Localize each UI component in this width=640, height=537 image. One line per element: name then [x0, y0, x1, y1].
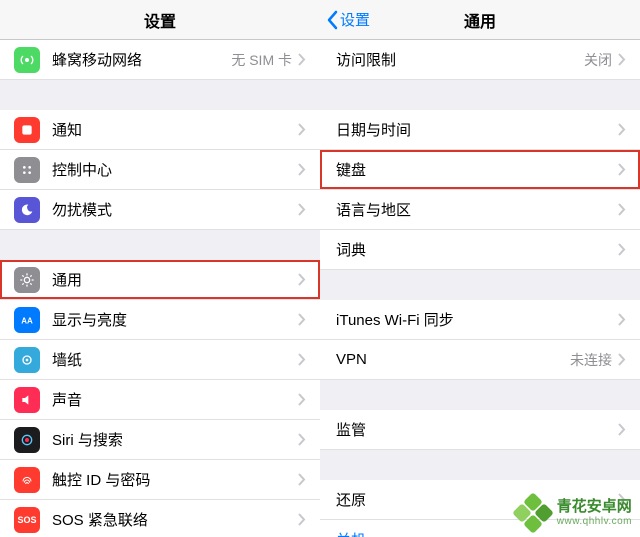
- siri-icon: [14, 427, 40, 453]
- chevron-right-icon: [298, 353, 306, 366]
- row-keyboard[interactable]: 键盘: [320, 150, 640, 190]
- row-label: 控制中心: [52, 159, 298, 180]
- row-touchid[interactable]: 触控 ID 与密码: [0, 460, 320, 500]
- row-dnd[interactable]: 勿扰模式: [0, 190, 320, 230]
- row-value: 未连接: [570, 350, 612, 370]
- row-value: 无 SIM 卡: [231, 50, 292, 70]
- row-label: 蜂窝移动网络: [52, 49, 231, 70]
- sos-icon: SOS: [14, 507, 40, 533]
- row-label: 词典: [336, 239, 618, 260]
- group-separator: [0, 80, 320, 110]
- chevron-right-icon: [618, 123, 626, 136]
- row-datetime[interactable]: 日期与时间: [320, 110, 640, 150]
- row-dictionary[interactable]: 词典: [320, 230, 640, 270]
- general-screen: 设置 通用 访问限制 关闭 日期与时间 键盘 语言与地区 词典 iTu: [320, 0, 640, 537]
- nav-header: 设置: [0, 0, 320, 40]
- chevron-right-icon: [298, 433, 306, 446]
- chevron-right-icon: [298, 513, 306, 526]
- watermark: 青花安卓网 www.qhhlv.com: [515, 495, 632, 531]
- row-label: 通用: [52, 269, 298, 290]
- page-title: 设置: [144, 8, 176, 32]
- nav-header: 设置 通用: [320, 0, 640, 40]
- row-label: 通知: [52, 119, 298, 140]
- row-control-center[interactable]: 控制中心: [0, 150, 320, 190]
- row-restrictions[interactable]: 访问限制 关闭: [320, 40, 640, 80]
- row-label: 语言与地区: [336, 199, 618, 220]
- row-notifications[interactable]: 通知: [0, 110, 320, 150]
- back-label: 设置: [340, 9, 370, 30]
- group-separator: [320, 80, 640, 110]
- row-itunes-wifi[interactable]: iTunes Wi-Fi 同步: [320, 300, 640, 340]
- row-label: 触控 ID 与密码: [52, 469, 298, 490]
- chevron-right-icon: [618, 243, 626, 256]
- chevron-right-icon: [298, 273, 306, 286]
- chevron-right-icon: [618, 353, 626, 366]
- chevron-right-icon: [618, 313, 626, 326]
- group-separator: [320, 450, 640, 480]
- cellular-icon: [14, 47, 40, 73]
- chevron-right-icon: [298, 53, 306, 66]
- row-sound[interactable]: 声音: [0, 380, 320, 420]
- row-general[interactable]: 通用: [0, 260, 320, 300]
- chevron-right-icon: [298, 123, 306, 136]
- group-separator: [0, 230, 320, 260]
- row-label: 墙纸: [52, 349, 298, 370]
- chevron-right-icon: [298, 313, 306, 326]
- row-sos[interactable]: SOS SOS 紧急联络: [0, 500, 320, 537]
- row-label: 声音: [52, 389, 298, 410]
- page-title: 通用: [464, 8, 496, 32]
- group-separator: [320, 270, 640, 300]
- chevron-right-icon: [618, 423, 626, 436]
- general-icon: [14, 267, 40, 293]
- sound-icon: [14, 387, 40, 413]
- row-label: 勿扰模式: [52, 199, 298, 220]
- settings-screen: 设置 蜂窝移动网络 无 SIM 卡 通知 控制中心: [0, 0, 320, 537]
- svg-text:AA: AA: [21, 316, 33, 325]
- display-icon: AA: [14, 307, 40, 333]
- row-language[interactable]: 语言与地区: [320, 190, 640, 230]
- group-separator: [320, 380, 640, 410]
- notifications-icon: [14, 117, 40, 143]
- row-label: 访问限制: [336, 49, 584, 70]
- row-label: 监管: [336, 419, 618, 440]
- row-profiles[interactable]: 监管: [320, 410, 640, 450]
- sos-badge-text: SOS: [17, 515, 36, 525]
- watermark-url: www.qhhlv.com: [557, 516, 632, 527]
- watermark-name: 青花安卓网: [557, 499, 632, 516]
- row-value: 关闭: [584, 50, 612, 70]
- row-label: 键盘: [336, 159, 618, 180]
- row-label: VPN: [336, 351, 570, 368]
- row-label: Siri 与搜索: [52, 429, 298, 450]
- watermark-logo-icon: [515, 495, 551, 531]
- chevron-right-icon: [618, 203, 626, 216]
- row-label: 日期与时间: [336, 119, 618, 140]
- row-wallpaper[interactable]: 墙纸: [0, 340, 320, 380]
- row-cellular[interactable]: 蜂窝移动网络 无 SIM 卡: [0, 40, 320, 80]
- chevron-right-icon: [298, 393, 306, 406]
- chevron-right-icon: [298, 473, 306, 486]
- row-label: iTunes Wi-Fi 同步: [336, 309, 618, 330]
- dnd-icon: [14, 197, 40, 223]
- chevron-right-icon: [298, 203, 306, 216]
- row-siri[interactable]: Siri 与搜索: [0, 420, 320, 460]
- chevron-right-icon: [618, 53, 626, 66]
- row-label: 显示与亮度: [52, 309, 298, 330]
- wallpaper-icon: [14, 347, 40, 373]
- row-vpn[interactable]: VPN 未连接: [320, 340, 640, 380]
- chevron-right-icon: [298, 163, 306, 176]
- back-button[interactable]: 设置: [326, 0, 370, 39]
- control-center-icon: [14, 157, 40, 183]
- row-display[interactable]: AA 显示与亮度: [0, 300, 320, 340]
- row-label: SOS 紧急联络: [52, 509, 298, 530]
- touchid-icon: [14, 467, 40, 493]
- chevron-right-icon: [618, 163, 626, 176]
